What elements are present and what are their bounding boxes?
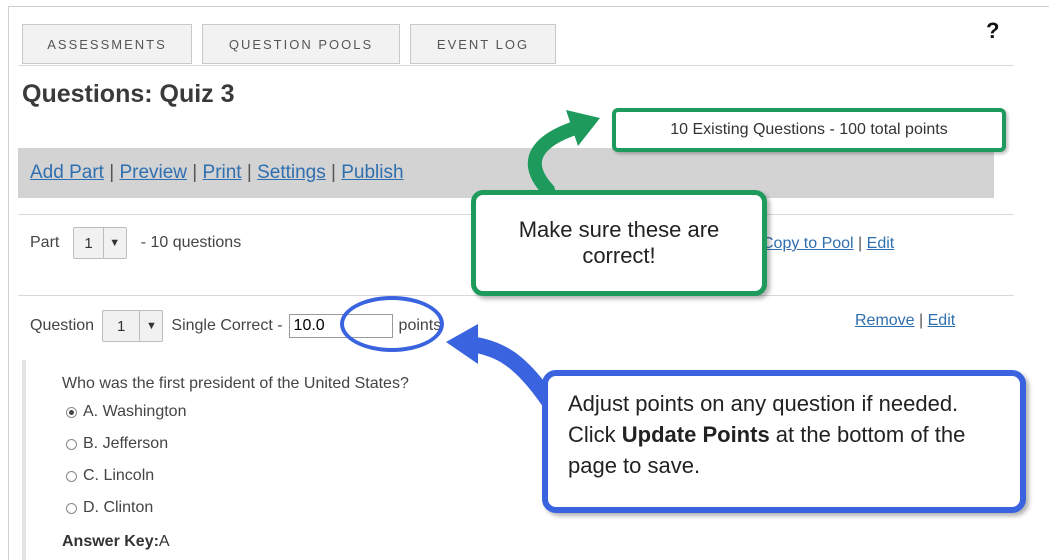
- blue-arrow-head-icon: [446, 324, 478, 364]
- adjust-points-callout: Adjust points on any question if needed.…: [542, 370, 1026, 513]
- verify-callout-text: Make sure these are correct!: [518, 217, 720, 268]
- update-points-emphasis: Update Points: [621, 422, 770, 447]
- green-arrow-icon: [527, 121, 582, 197]
- blue-arrow-icon: [462, 336, 556, 408]
- verify-callout: Make sure these are correct!: [471, 190, 767, 296]
